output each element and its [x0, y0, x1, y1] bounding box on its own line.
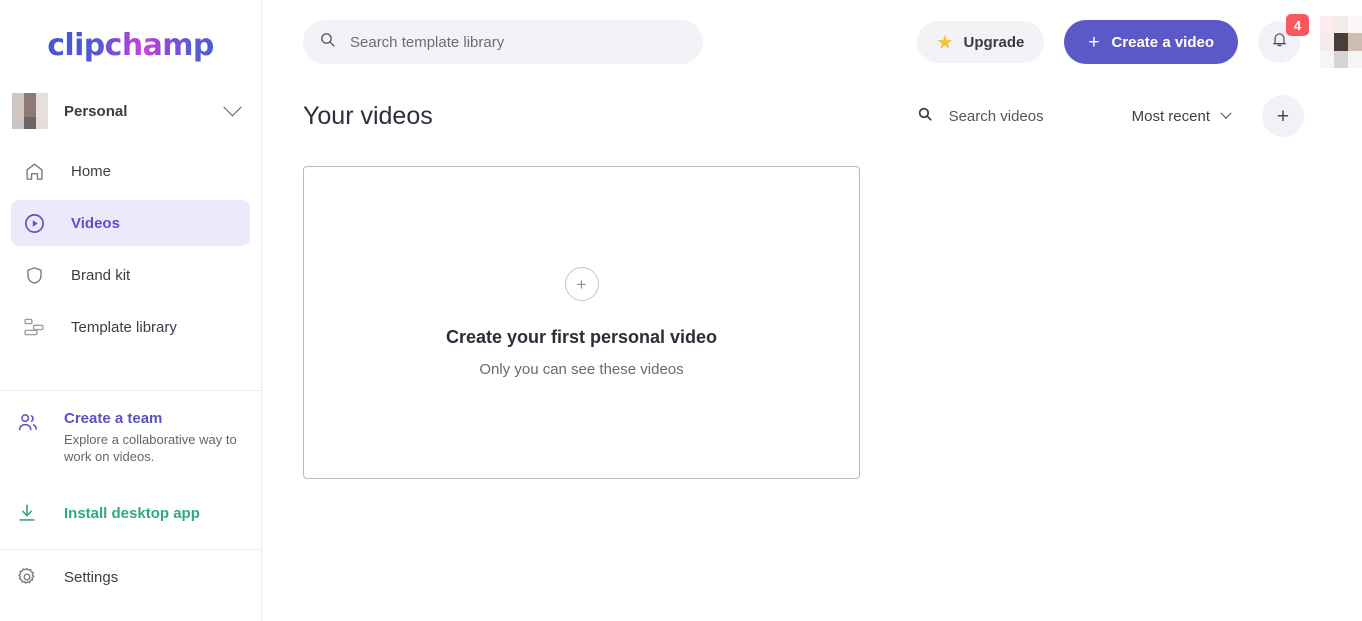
create-team-subtitle: Explore a collaborative way to work on v… — [64, 431, 243, 465]
plus-icon: + — [1277, 106, 1289, 127]
content-header: Your videos Search videos Most recent — [303, 84, 1362, 148]
video-search[interactable]: Search videos — [901, 106, 1044, 126]
sidebar-item-videos[interactable]: Videos — [11, 200, 250, 246]
search-icon — [319, 31, 336, 53]
chevron-down-icon — [1220, 108, 1231, 119]
sidebar-item-label: Template library — [71, 319, 177, 336]
empty-state-subtitle: Only you can see these videos — [479, 361, 683, 378]
upgrade-button[interactable]: ★ Upgrade — [917, 21, 1044, 63]
account-label: Personal — [64, 103, 226, 120]
sidebar-item-template-library[interactable]: Template library — [11, 304, 250, 350]
upgrade-label: Upgrade — [964, 34, 1025, 51]
sidebar-item-label: Home — [71, 163, 111, 180]
template-search-box[interactable] — [303, 20, 703, 64]
create-team-title: Create a team — [64, 409, 243, 429]
page-title: Your videos — [303, 102, 433, 131]
avatar[interactable] — [1320, 16, 1362, 68]
install-desktop-app-label: Install desktop app — [64, 505, 200, 522]
video-search-label: Search videos — [949, 108, 1044, 125]
notification-count-badge: 4 — [1286, 14, 1309, 36]
sidebar-item-label: Videos — [71, 215, 120, 232]
notifications-button[interactable]: 4 — [1258, 21, 1300, 63]
people-icon — [12, 409, 42, 465]
install-desktop-app[interactable]: Install desktop app — [0, 489, 261, 537]
sort-dropdown[interactable]: Most recent — [1132, 108, 1230, 125]
settings-label: Settings — [64, 569, 118, 586]
search-input[interactable] — [350, 34, 670, 51]
content-area: Your videos Search videos Most recent — [262, 84, 1362, 479]
sidebar-nav: Home Videos Brand kit — [0, 136, 261, 356]
account-switcher[interactable]: Personal — [0, 86, 261, 136]
create-video-button[interactable]: + Create a video — [1064, 20, 1238, 64]
plus-icon: + — [1088, 33, 1099, 52]
home-icon — [19, 158, 49, 184]
download-icon — [12, 502, 42, 524]
top-bar-actions: ★ Upgrade + Create a video 4 — [917, 16, 1362, 68]
create-team-promo[interactable]: Create a team Explore a collaborative wa… — [0, 391, 261, 479]
sidebar-item-settings[interactable]: Settings — [0, 550, 261, 604]
logo-text: clipchamp — [47, 28, 214, 63]
account-avatar — [12, 93, 48, 129]
sidebar-item-label: Brand kit — [71, 267, 130, 284]
gear-icon — [12, 566, 42, 588]
top-bar: ★ Upgrade + Create a video 4 — [262, 0, 1362, 84]
sort-value: Most recent — [1132, 108, 1210, 125]
clipchamp-app: clipchamp Personal Home — [0, 0, 1362, 621]
create-team-text: Create a team Explore a collaborative wa… — [64, 409, 243, 465]
main-area: ★ Upgrade + Create a video 4 — [262, 0, 1362, 621]
content-toolbar: Search videos Most recent + — [901, 95, 1304, 137]
chevron-down-icon — [223, 98, 241, 116]
bell-icon — [1270, 30, 1289, 54]
template-blocks-icon — [19, 314, 49, 340]
create-video-label: Create a video — [1111, 34, 1214, 51]
sidebar-item-home[interactable]: Home — [11, 148, 250, 194]
sidebar-item-brand-kit[interactable]: Brand kit — [11, 252, 250, 298]
app-logo[interactable]: clipchamp — [0, 0, 261, 86]
sidebar: clipchamp Personal Home — [0, 0, 262, 621]
plus-icon: + — [565, 267, 599, 301]
search-icon — [917, 106, 933, 126]
video-circle-play-icon — [19, 210, 49, 236]
shield-icon — [19, 262, 49, 288]
empty-state-title: Create your first personal video — [446, 327, 717, 348]
empty-state-card[interactable]: + Create your first personal video Only … — [303, 166, 860, 479]
star-icon: ★ — [937, 34, 952, 51]
add-video-button[interactable]: + — [1262, 95, 1304, 137]
